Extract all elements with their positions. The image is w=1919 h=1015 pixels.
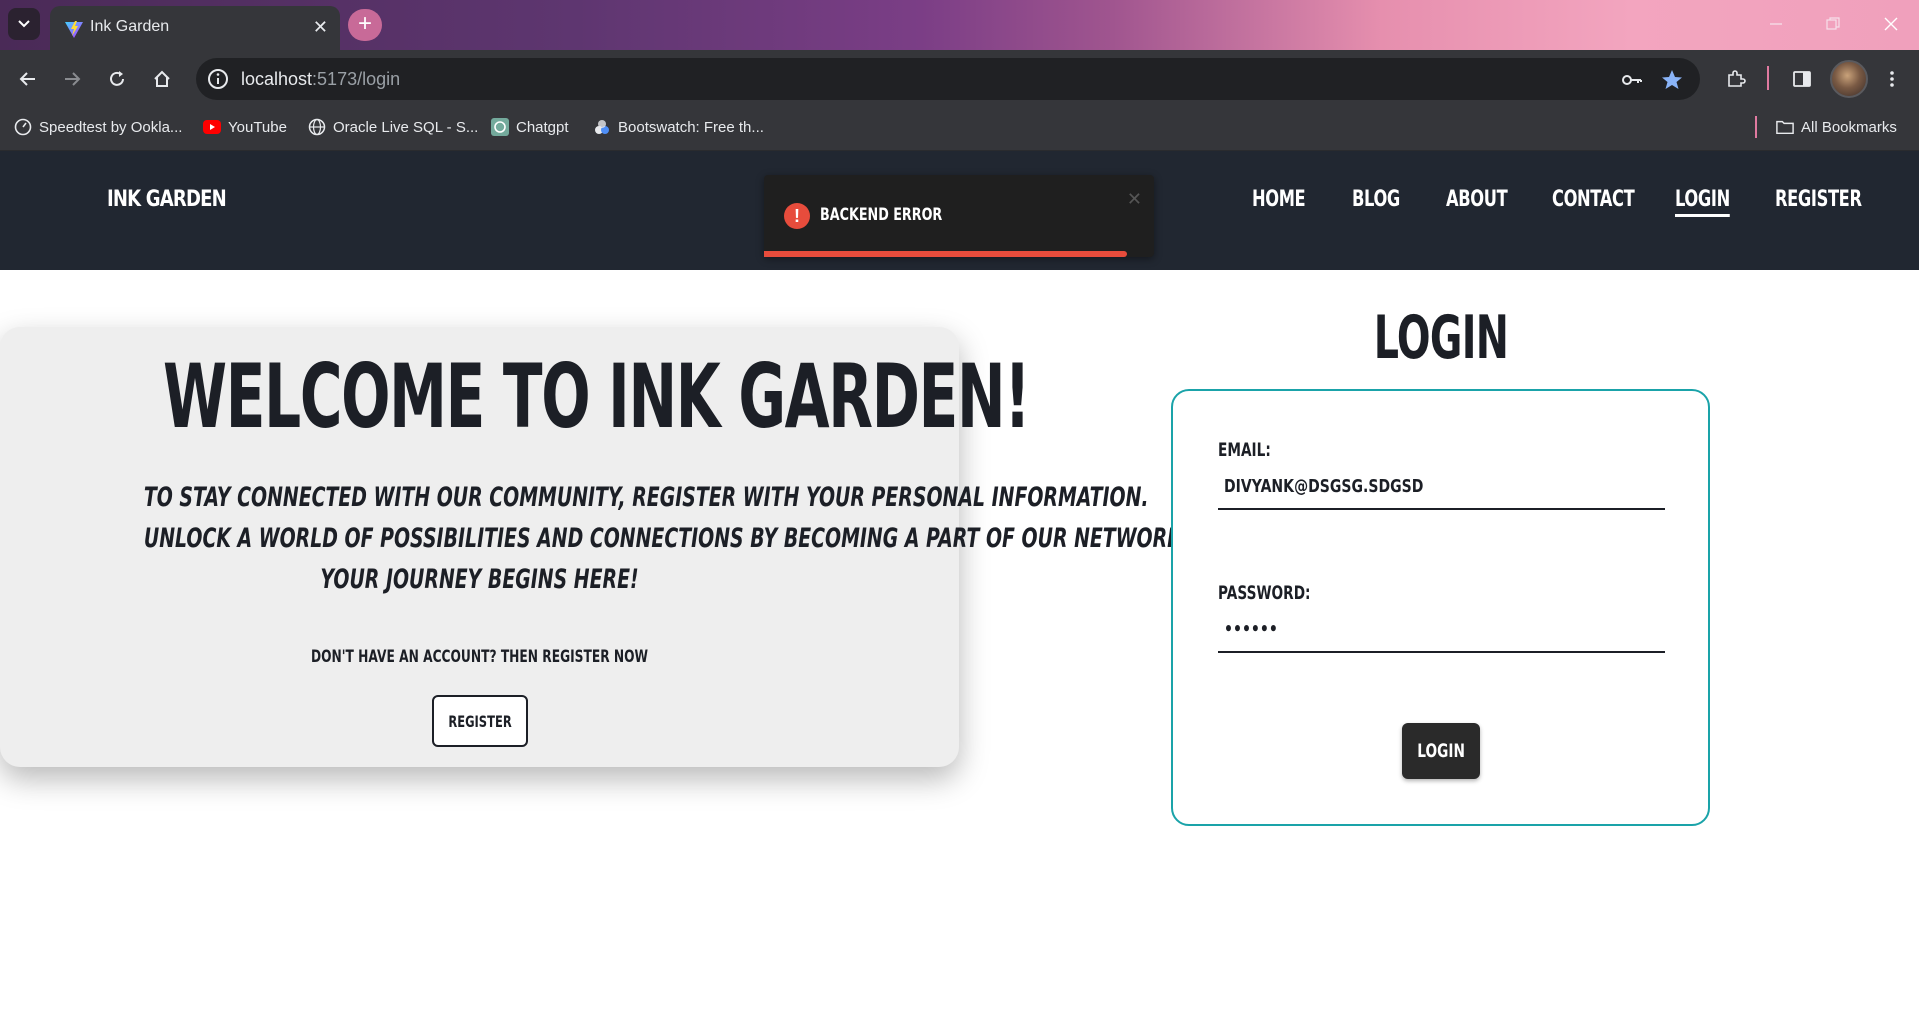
bookmark-star-icon[interactable]	[1660, 68, 1684, 92]
browser-toolbar: localhost:5173/login	[0, 50, 1919, 108]
bootswatch-icon	[593, 118, 611, 136]
url-path: :5173/login	[312, 69, 401, 89]
nav-contact[interactable]: CONTACT	[1552, 187, 1635, 212]
nav-blog[interactable]: BLOG	[1352, 187, 1400, 212]
speedtest-icon	[14, 118, 32, 136]
password-label: PASSWORD:	[1218, 582, 1311, 604]
nav-about[interactable]: ABOUT	[1446, 187, 1508, 212]
globe-icon	[308, 118, 326, 136]
bookmark-label: Speedtest by Ookla...	[39, 118, 183, 136]
url-host: localhost	[241, 69, 313, 89]
browser-tab-active[interactable]: Ink Garden ✕	[50, 6, 340, 50]
password-key-icon[interactable]	[1620, 68, 1644, 92]
side-panel-icon[interactable]	[1788, 65, 1816, 93]
password-value: ••••••	[1224, 619, 1278, 640]
folder-icon	[1776, 118, 1794, 136]
bookmark-speedtest[interactable]: Speedtest by Ookla...	[14, 118, 182, 136]
nav-home[interactable]: HOME	[1252, 187, 1306, 212]
bookmarks-divider	[1755, 116, 1757, 138]
vite-favicon-icon	[65, 21, 83, 38]
youtube-icon	[203, 118, 221, 136]
address-bar[interactable]: localhost:5173/login	[196, 58, 1700, 100]
bookmark-youtube[interactable]: YouTube	[203, 118, 287, 136]
browser-tab-strip: Ink Garden ✕ +	[0, 0, 1919, 50]
login-button[interactable]: LOGIN	[1402, 723, 1480, 779]
chevron-down-icon	[18, 20, 30, 28]
welcome-line: YOUR JOURNEY BEGINS HERE!	[320, 564, 639, 595]
register-button[interactable]: REGISTER	[432, 695, 528, 747]
toast-close-icon[interactable]: ✕	[1127, 189, 1142, 210]
welcome-card: WELCOME TO INK GARDEN! TO STAY CONNECTED…	[0, 327, 1189, 767]
tab-title: Ink Garden	[90, 18, 170, 35]
more-menu-icon[interactable]	[1878, 65, 1906, 93]
welcome-title: WELCOME TO INK GARDEN!	[163, 345, 1031, 448]
new-tab-button[interactable]: +	[348, 9, 382, 41]
toast-message: BACKEND ERROR	[820, 205, 943, 225]
error-toast[interactable]: ! BACKEND ERROR ✕	[764, 175, 1154, 257]
profile-avatar[interactable]	[1830, 60, 1868, 98]
tab-close-icon[interactable]: ✕	[313, 17, 328, 37]
bookmark-label: Oracle Live SQL - S...	[333, 118, 479, 136]
login-heading: LOGIN	[1373, 303, 1509, 373]
email-label: EMAIL:	[1218, 439, 1271, 461]
bookmark-label: Chatgpt	[516, 118, 569, 136]
site-info-icon[interactable]	[206, 67, 230, 91]
tab-search-button[interactable]	[8, 8, 40, 40]
welcome-line: TO STAY CONNECTED WITH OUR COMMUNITY, RE…	[143, 482, 1149, 513]
bookmark-label: Bootswatch: Free th...	[618, 118, 764, 136]
bookmark-bootswatch[interactable]: Bootswatch: Free th...	[593, 118, 764, 136]
nav-register[interactable]: REGISTER	[1775, 187, 1862, 212]
email-field[interactable]: DIVYANK@DSGSG.SDGSD	[1218, 466, 1665, 510]
welcome-description: TO STAY CONNECTED WITH OUR COMMUNITY, RE…	[143, 477, 1189, 600]
nav-login[interactable]: LOGIN	[1675, 187, 1730, 217]
restore-icon[interactable]	[1819, 12, 1847, 36]
login-form: EMAIL: DIVYANK@DSGSG.SDGSD PASSWORD: •••…	[1171, 389, 1710, 826]
login-button-label: LOGIN	[1417, 740, 1465, 762]
all-bookmarks-button[interactable]: All Bookmarks	[1776, 118, 1897, 136]
back-arrow-icon[interactable]	[14, 65, 42, 93]
chatgpt-icon	[491, 118, 509, 136]
toast-progress-bar	[764, 251, 1127, 257]
password-field[interactable]: ••••••	[1218, 609, 1665, 653]
toolbar-divider	[1767, 66, 1769, 90]
extensions-icon[interactable]	[1722, 65, 1750, 93]
home-icon[interactable]	[148, 65, 176, 93]
register-prompt: DON'T HAVE AN ACCOUNT? THEN REGISTER NOW	[310, 647, 649, 667]
bookmark-chatgpt[interactable]: Chatgpt	[491, 118, 569, 136]
site-navbar: INK GARDEN HOME BLOG ABOUT CONTACT LOGIN…	[0, 151, 1919, 270]
site-brand[interactable]: INK GARDEN	[107, 187, 227, 212]
url-text[interactable]: localhost:5173/login	[241, 69, 400, 90]
minimize-icon[interactable]	[1762, 12, 1790, 36]
welcome-line: UNLOCK A WORLD OF POSSIBILITIES AND CONN…	[143, 523, 1189, 554]
all-bookmarks-label: All Bookmarks	[1801, 118, 1897, 136]
close-window-icon[interactable]	[1877, 12, 1905, 36]
bookmark-label: YouTube	[228, 118, 287, 136]
reload-icon[interactable]	[103, 65, 131, 93]
register-button-label: REGISTER	[448, 711, 512, 731]
forward-arrow-icon[interactable]	[58, 65, 86, 93]
bookmark-oracle[interactable]: Oracle Live SQL - S...	[308, 118, 478, 136]
email-value: DIVYANK@DSGSG.SDGSD	[1224, 476, 1424, 497]
page-content: INK GARDEN HOME BLOG ABOUT CONTACT LOGIN…	[0, 151, 1919, 1015]
bookmarks-bar: Speedtest by Ookla... YouTube Oracle Liv…	[0, 108, 1919, 151]
error-alert-icon: !	[784, 203, 810, 229]
